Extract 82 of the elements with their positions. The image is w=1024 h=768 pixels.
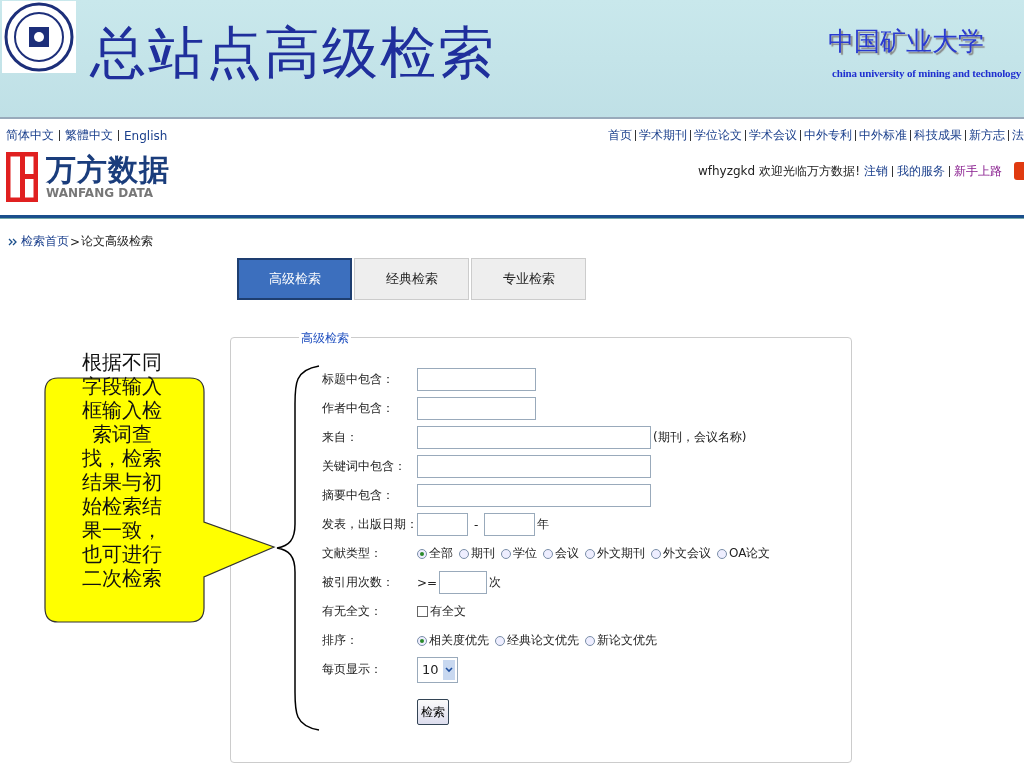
radio-button[interactable] xyxy=(717,548,727,559)
input-field[interactable] xyxy=(417,368,536,391)
radio-button[interactable] xyxy=(651,548,661,559)
radio-label: 新论文优先 xyxy=(597,632,657,649)
radio-label: 期刊 xyxy=(471,545,495,562)
radio-label: 外文会议 xyxy=(663,545,711,562)
radio-button[interactable] xyxy=(495,635,505,646)
nav-link[interactable]: 学位论文 xyxy=(694,127,742,144)
field-label: 每页显示： xyxy=(322,661,383,678)
unit-text: 年 xyxy=(537,516,550,533)
language-link[interactable]: English xyxy=(124,128,168,143)
edge-button[interactable] xyxy=(1014,162,1024,180)
radio-button[interactable] xyxy=(585,548,595,559)
checkbox[interactable] xyxy=(417,606,428,617)
search-tab[interactable]: 专业检索 xyxy=(471,258,586,300)
university-name: 中国矿业大学 xyxy=(828,26,984,58)
operator-text: >= xyxy=(417,575,438,590)
field-label: 发表，出版日期： xyxy=(322,516,417,533)
breadcrumb-current: 论文高级检索 xyxy=(81,233,154,250)
welcome-text: 欢迎光临万方数据! xyxy=(759,162,860,180)
wanfang-logo-icon xyxy=(6,152,38,202)
page-size-dropdown[interactable]: 10 xyxy=(417,656,458,683)
search-button[interactable]: 检索 xyxy=(417,699,449,725)
nav-link[interactable]: 中外专利 xyxy=(804,127,852,144)
field-label: 排序： xyxy=(322,632,359,649)
user-link[interactable]: 注销 xyxy=(864,162,888,180)
field-label: 标题中包含： xyxy=(322,371,395,388)
field-hint: (期刊，会议名称) xyxy=(653,429,747,446)
nav-link[interactable]: 法 xyxy=(1012,127,1024,144)
field-label: 作者中包含： xyxy=(322,400,395,417)
unit-text: 次 xyxy=(489,574,502,591)
radio-button[interactable] xyxy=(543,548,553,559)
field-label: 来自： xyxy=(322,429,359,446)
input-field[interactable] xyxy=(417,484,651,507)
radio-label: 学位 xyxy=(513,545,537,562)
input-field[interactable] xyxy=(417,455,651,478)
field-label: 文献类型： xyxy=(322,545,383,562)
university-english-name: china university of mining and technology xyxy=(832,67,1021,79)
radio-label: OA论文 xyxy=(729,545,771,562)
callout-text: 根据不同字段输入框输入检索词查找，检索结果与初始检索结果一致，也可进行二次检索 xyxy=(81,350,163,590)
year-input-field[interactable] xyxy=(484,513,536,536)
radio-button[interactable] xyxy=(417,548,427,559)
radio-label: 经典论文优先 xyxy=(507,632,579,649)
user-link[interactable]: 我的服务 xyxy=(897,162,945,180)
brand-name: 万方数据 xyxy=(46,154,170,186)
radio-label: 会议 xyxy=(555,545,579,562)
nav-link[interactable]: 学术期刊 xyxy=(639,127,687,144)
date-separator: - xyxy=(474,517,479,532)
user-link[interactable]: 新手上路 xyxy=(954,162,1002,180)
breadcrumb-link[interactable]: 检索首页 xyxy=(21,233,69,250)
nav-link[interactable]: 首页 xyxy=(608,127,632,144)
language-link[interactable]: 繁體中文 xyxy=(65,127,113,144)
input-field[interactable] xyxy=(417,426,651,449)
field-label: 关键词中包含： xyxy=(322,458,407,475)
radio-label: 外文期刊 xyxy=(597,545,645,562)
field-label: 有无全文： xyxy=(322,603,383,620)
search-tab[interactable]: 经典检索 xyxy=(354,258,469,300)
radio-label: 全部 xyxy=(429,545,453,562)
nav-link[interactable]: 科技成果 xyxy=(914,127,962,144)
field-label: 摘要中包含： xyxy=(322,487,395,504)
brand-subtitle: WANFANG DATA xyxy=(46,186,155,200)
double-chevron-icon xyxy=(8,237,18,246)
radio-button[interactable] xyxy=(585,635,595,646)
year-input-field[interactable] xyxy=(417,513,468,536)
radio-button[interactable] xyxy=(417,635,427,646)
nav-link[interactable]: 中外标准 xyxy=(859,127,907,144)
panel-legend: 高级检索 xyxy=(299,330,351,347)
slide-title: 总站点高级检索 xyxy=(90,21,496,86)
checkbox-label: 有全文 xyxy=(430,603,466,620)
radio-button[interactable] xyxy=(501,548,511,559)
university-emblem-icon xyxy=(2,1,76,73)
search-tab[interactable]: 高级检索 xyxy=(237,258,352,300)
nav-link[interactable]: 学术会议 xyxy=(749,127,797,144)
radio-label: 相关度优先 xyxy=(429,632,489,649)
breadcrumb-separator: > xyxy=(70,234,81,249)
field-label: 被引用次数： xyxy=(322,574,395,591)
input-field[interactable] xyxy=(417,397,536,420)
radio-button[interactable] xyxy=(459,548,469,559)
input-field[interactable] xyxy=(439,571,488,594)
username: wfhyzgkd xyxy=(697,164,756,178)
language-link[interactable]: 简体中文 xyxy=(6,127,54,144)
nav-link[interactable]: 新方志 xyxy=(969,127,1005,144)
